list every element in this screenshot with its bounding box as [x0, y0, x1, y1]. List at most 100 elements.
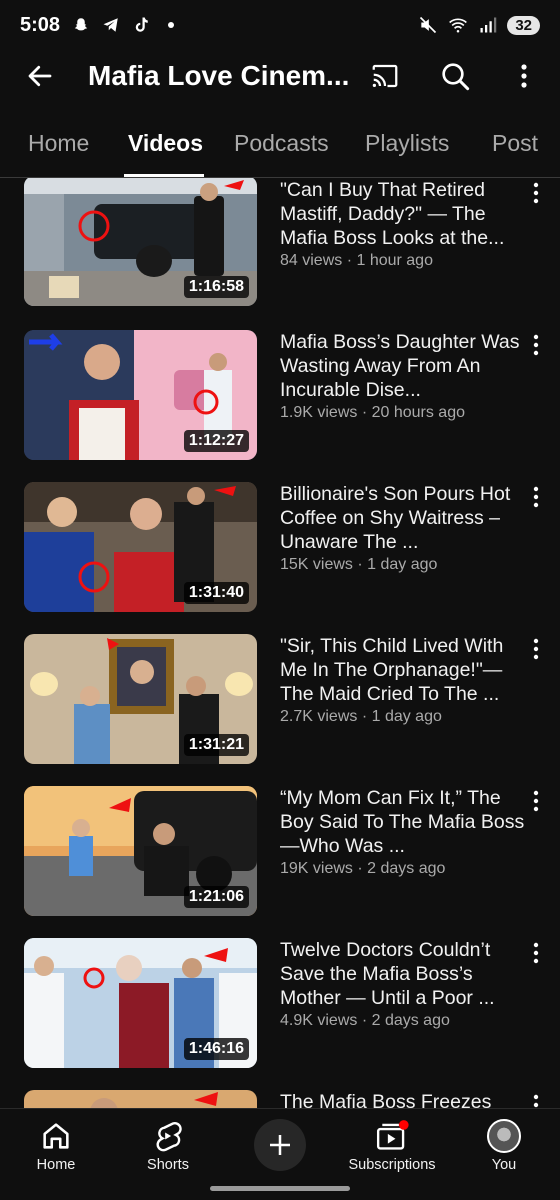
signal-icon: [477, 14, 499, 36]
video-views: 2.7K views: [280, 708, 358, 725]
create-button[interactable]: [254, 1119, 306, 1171]
video-meta: 2.7K views · 1 day ago: [280, 708, 525, 726]
tab-podcasts[interactable]: Podcasts: [234, 130, 329, 157]
video-title[interactable]: “My Mom Can Fix It,” The Boy Said To The…: [280, 786, 525, 858]
video-thumbnail[interactable]: 1:31:21: [24, 634, 257, 764]
nav-subscriptions[interactable]: Subscriptions: [342, 1119, 442, 1173]
video-meta: 15K views · 1 day ago: [280, 556, 525, 574]
video-title[interactable]: "Can I Buy That Retired Mastiff, Daddy?"…: [280, 178, 525, 250]
video-title[interactable]: The Mafia Boss Freezes: [280, 1090, 525, 1108]
video-more-button[interactable]: [526, 1090, 546, 1108]
video-info[interactable]: Mafia Boss’s Daughter Was Wasting Away F…: [280, 330, 525, 422]
video-list[interactable]: 1:16:58 "Can I Buy That Retired Mastiff,…: [0, 178, 560, 1108]
video-title[interactable]: Mafia Boss’s Daughter Was Wasting Away F…: [280, 330, 525, 402]
video-more-button[interactable]: [526, 786, 546, 816]
search-button[interactable]: [436, 58, 474, 94]
video-more-button[interactable]: [526, 482, 546, 512]
video-age: 20 hours ago: [371, 404, 465, 421]
home-icon: [43, 1123, 69, 1149]
channel-title: Mafia Love Cinem...: [88, 60, 350, 91]
video-age: 2 days ago: [367, 860, 446, 877]
kebab-menu-icon: [521, 64, 527, 88]
video-more-button[interactable]: [526, 634, 546, 664]
video-duration: 1:16:58: [183, 276, 249, 298]
video-duration: 1:12:27: [183, 430, 249, 452]
thumbnail-image: [24, 1090, 257, 1108]
notification-dot: [398, 1120, 409, 1130]
video-thumbnail[interactable]: 1:12:27: [24, 330, 257, 460]
kebab-menu-icon: [533, 486, 539, 508]
nav-subscriptions-label: Subscriptions: [348, 1157, 436, 1173]
video-duration: 1:21:06: [183, 886, 249, 908]
video-more-button[interactable]: [526, 938, 546, 968]
shorts-icon: [156, 1122, 182, 1152]
tab-posts[interactable]: Post: [492, 130, 538, 157]
video-item[interactable]: The Mafia Boss Freezes: [0, 1090, 560, 1108]
mute-icon: [417, 14, 439, 36]
video-item[interactable]: 1:46:16 Twelve Doctors Couldn’t Save the…: [0, 938, 560, 1068]
more-options-button[interactable]: [510, 58, 538, 94]
avatar: [487, 1119, 521, 1153]
battery-indicator: 32: [507, 15, 540, 35]
video-views: 1.9K views: [280, 404, 358, 421]
tiktok-icon: [130, 14, 152, 36]
video-age: 2 days ago: [371, 1012, 450, 1029]
kebab-menu-icon: [533, 790, 539, 812]
meta-separator: ·: [342, 252, 357, 269]
video-more-button[interactable]: [526, 330, 546, 360]
video-meta: 1.9K views · 20 hours ago: [280, 404, 525, 422]
video-info[interactable]: The Mafia Boss Freezes: [280, 1090, 525, 1108]
status-time: 5:08: [20, 13, 61, 36]
channel-tabs: Home Videos Podcasts Playlists Post: [0, 112, 560, 178]
video-meta: 19K views · 2 days ago: [280, 860, 525, 878]
nav-home[interactable]: Home: [6, 1119, 106, 1173]
video-views: 84 views: [280, 252, 343, 269]
video-thumbnail[interactable]: 1:21:06: [24, 786, 257, 916]
video-thumbnail[interactable]: [24, 1090, 257, 1108]
video-views: 15K views: [280, 556, 353, 573]
video-title[interactable]: Twelve Doctors Couldn’t Save the Mafia B…: [280, 938, 525, 1010]
video-item[interactable]: 1:21:06 “My Mom Can Fix It,” The Boy Sai…: [0, 786, 560, 916]
video-more-button[interactable]: [526, 178, 546, 208]
video-info[interactable]: "Can I Buy That Retired Mastiff, Daddy?"…: [280, 178, 525, 270]
subscriptions-icon: [376, 1120, 409, 1150]
status-bar: 5:08 32: [0, 0, 560, 50]
video-item[interactable]: 1:12:27 Mafia Boss’s Daughter Was Wastin…: [0, 330, 560, 460]
back-button[interactable]: [22, 58, 58, 94]
nav-you[interactable]: You: [454, 1119, 554, 1173]
video-duration: 1:31:21: [183, 734, 249, 756]
video-info[interactable]: Twelve Doctors Couldn’t Save the Mafia B…: [280, 938, 525, 1030]
video-item[interactable]: 1:16:58 "Can I Buy That Retired Mastiff,…: [0, 178, 560, 308]
tab-playlists[interactable]: Playlists: [365, 130, 449, 157]
back-arrow-icon: [28, 65, 52, 87]
kebab-menu-icon: [533, 334, 539, 356]
video-thumbnail[interactable]: 1:31:40: [24, 482, 257, 612]
video-info[interactable]: Billionaire's Son Pours Hot Coffee on Sh…: [280, 482, 525, 574]
video-thumbnail[interactable]: 1:16:58: [24, 178, 257, 306]
telegram-icon: [100, 14, 122, 36]
cast-button[interactable]: [366, 58, 404, 94]
video-age: 1 day ago: [371, 708, 442, 725]
video-thumbnail[interactable]: 1:46:16: [24, 938, 257, 1068]
video-info[interactable]: “My Mom Can Fix It,” The Boy Said To The…: [280, 786, 525, 878]
video-duration: 1:31:40: [183, 582, 249, 604]
nav-shorts[interactable]: Shorts: [118, 1119, 218, 1173]
video-title[interactable]: Billionaire's Son Pours Hot Coffee on Sh…: [280, 482, 525, 554]
top-app-bar: Mafia Love Cinem...: [0, 50, 560, 102]
tab-videos[interactable]: Videos: [128, 130, 203, 157]
nav-you-label: You: [491, 1157, 517, 1173]
video-item[interactable]: 1:31:21 "Sir, This Child Lived With Me I…: [0, 634, 560, 764]
video-title[interactable]: "Sir, This Child Lived With Me In The Or…: [280, 634, 525, 706]
active-tab-indicator: [124, 174, 204, 177]
search-icon: [442, 63, 470, 91]
nav-shorts-label: Shorts: [147, 1157, 189, 1173]
gesture-bar[interactable]: [210, 1186, 350, 1191]
video-info[interactable]: "Sir, This Child Lived With Me In The Or…: [280, 634, 525, 726]
kebab-menu-icon: [533, 638, 539, 660]
video-meta: 4.9K views · 2 days ago: [280, 1012, 525, 1030]
plus-icon: [270, 1135, 290, 1155]
dot-icon: [160, 14, 182, 36]
video-item[interactable]: 1:31:40 Billionaire's Son Pours Hot Coff…: [0, 482, 560, 612]
wifi-icon: [447, 14, 469, 36]
tab-home[interactable]: Home: [28, 130, 89, 157]
